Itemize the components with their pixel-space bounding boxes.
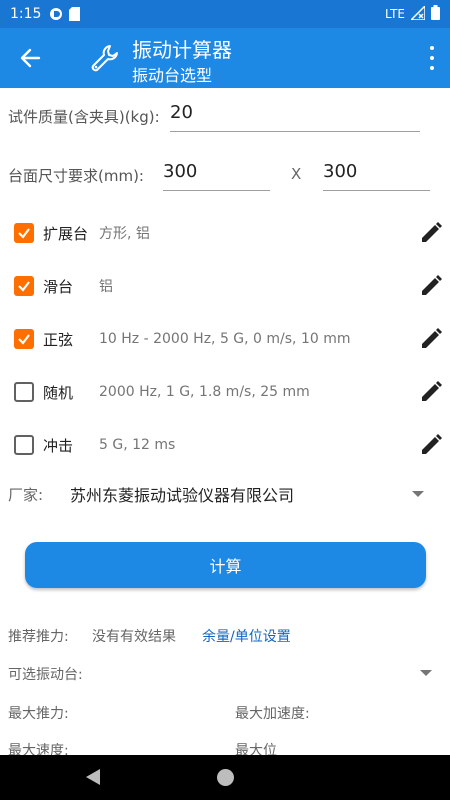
option-name: 正弦: [43, 330, 74, 349]
option-row-shock[interactable]: 冲击 5 G, 12 ms: [14, 430, 444, 460]
edit-pencil-icon[interactable]: [418, 220, 444, 246]
shock-checkbox[interactable]: [14, 435, 34, 455]
option-desc: 2000 Hz, 1 G, 1.8 m/s, 25 mm: [99, 384, 310, 400]
table-size-label: 台面尺寸要求(mm):: [8, 167, 144, 185]
signal-icon: [409, 3, 426, 23]
sd-card-icon: [69, 7, 81, 21]
wrench-icon: [88, 42, 120, 74]
optional-shaker-dropdown-icon[interactable]: [420, 670, 432, 676]
edit-pencil-icon[interactable]: [418, 379, 444, 405]
edit-pencil-icon[interactable]: [418, 326, 444, 352]
battery-icon: [431, 5, 440, 23]
recommended-force-label: 推荐推力:: [8, 629, 69, 645]
network-type: LTE: [385, 7, 405, 21]
option-row-random[interactable]: 随机 2000 Hz, 1 G, 1.8 m/s, 25 mm: [14, 377, 444, 407]
size-separator: X: [291, 165, 302, 183]
back-arrow-icon[interactable]: [16, 44, 44, 72]
extension-table-checkbox[interactable]: [14, 223, 34, 243]
option-desc: 方形, 铝: [99, 226, 150, 242]
manufacturer-label: 厂家:: [8, 486, 44, 504]
notification-icon: [49, 7, 63, 21]
more-options-icon[interactable]: [428, 46, 436, 70]
app-title: 振动计算器: [132, 38, 232, 62]
option-desc: 铝: [99, 279, 113, 295]
status-time: 1:15: [10, 6, 42, 22]
app-subtitle: 振动台选型: [132, 66, 213, 85]
nav-back-icon[interactable]: [86, 769, 100, 785]
optional-shaker-label: 可选振动台:: [8, 667, 83, 683]
max-acceleration-label: 最大加速度:: [235, 706, 310, 722]
sine-checkbox[interactable]: [14, 329, 34, 349]
table-height-input[interactable]: 300: [323, 161, 430, 191]
option-name: 滑台: [43, 277, 74, 296]
mass-input[interactable]: 20: [170, 102, 420, 132]
option-name: 随机: [43, 383, 74, 402]
status-bar: 1:15 LTE: [0, 0, 450, 28]
mass-label: 试件质量(含夹具)(kg):: [8, 108, 160, 126]
manufacturer-select[interactable]: 苏州东菱振动试验仪器有限公司: [70, 482, 294, 506]
nav-home-icon[interactable]: [217, 769, 234, 786]
edit-pencil-icon[interactable]: [418, 273, 444, 299]
system-nav-bar: [0, 755, 450, 800]
option-name: 扩展台: [43, 224, 89, 243]
calculate-button[interactable]: 计算: [25, 542, 426, 588]
slip-table-checkbox[interactable]: [14, 276, 34, 296]
recommended-force-value: 没有有效结果: [92, 629, 176, 645]
option-name: 冲击: [43, 436, 74, 455]
app-bar: 振动计算器 振动台选型: [0, 28, 450, 88]
max-force-label: 最大推力:: [8, 706, 69, 722]
margin-unit-settings-link[interactable]: 余量/单位设置: [202, 626, 291, 646]
table-width-input[interactable]: 300: [163, 161, 270, 191]
option-row-sine[interactable]: 正弦 10 Hz - 2000 Hz, 5 G, 0 m/s, 10 mm: [14, 324, 444, 354]
manufacturer-dropdown-icon[interactable]: [412, 491, 424, 497]
option-row-slip-table[interactable]: 滑台 铝: [14, 271, 444, 301]
option-desc: 10 Hz - 2000 Hz, 5 G, 0 m/s, 10 mm: [99, 331, 351, 347]
option-desc: 5 G, 12 ms: [99, 437, 176, 453]
option-row-extension-table[interactable]: 扩展台 方形, 铝: [14, 218, 444, 248]
random-checkbox[interactable]: [14, 382, 34, 402]
edit-pencil-icon[interactable]: [418, 432, 444, 458]
